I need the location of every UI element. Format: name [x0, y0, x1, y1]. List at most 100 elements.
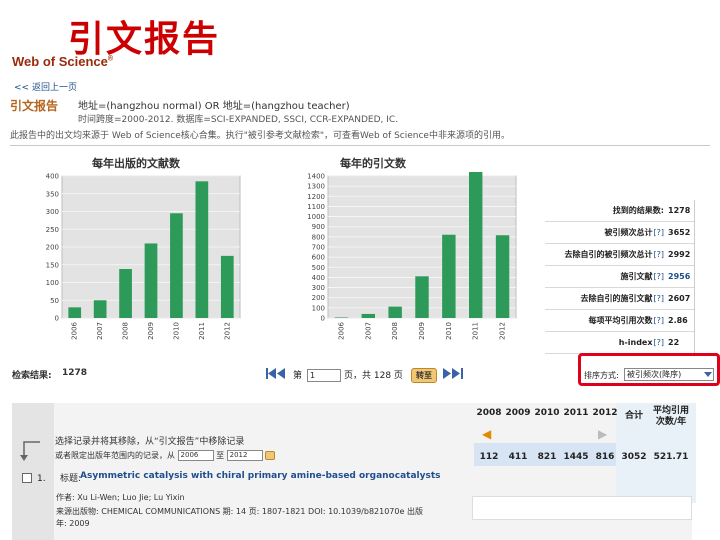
stat-citing-articles-no-self: 去除自引的施引文献 [?] 2607: [545, 288, 694, 310]
x-tick-label: 2009: [418, 322, 426, 340]
bar: [495, 235, 510, 318]
bar: [119, 269, 132, 318]
bar: [144, 243, 158, 318]
stat-average-citations: 每项平均引用次数 [?] 2.86: [545, 310, 694, 332]
record-year: 年: 2009: [56, 519, 90, 528]
help-link[interactable]: [?]: [654, 250, 665, 259]
y-tick-label: 250: [46, 226, 59, 234]
y-tick-label: 600: [312, 254, 325, 262]
query-text: 地址=(hangzhou normal) OR 地址=(hangzhou tea…: [78, 101, 350, 112]
x-tick-label: 2008: [122, 322, 130, 340]
stat-value: 2992: [668, 250, 691, 259]
stat-times-cited-no-self: 去除自引的被引频次总计 [?] 2992: [545, 244, 694, 266]
y-tick-label: 1000: [307, 213, 325, 221]
sort-selected-value: 被引频次(降序): [627, 370, 682, 379]
x-tick-label: 2009: [147, 322, 155, 340]
help-link[interactable]: [?]: [654, 228, 665, 237]
x-tick-label: 2007: [364, 322, 372, 340]
stat-results-found: 找到的结果数: 1278: [545, 200, 694, 222]
chart-published-per-year: 0 50 100 150 200 250 300 350 400 2006 2007 2008 2009…: [32, 172, 244, 348]
y-tick-label: 100: [312, 304, 325, 312]
arrow-glyph: [20, 441, 40, 461]
page-prefix: 第: [293, 371, 303, 381]
y-tick-label: 300: [46, 208, 59, 216]
y-tick-label: 1100: [307, 203, 325, 211]
chevron-down-icon[interactable]: [704, 370, 712, 381]
total-header: 合计: [624, 411, 643, 421]
record-number: 1.: [37, 474, 46, 484]
bar: [68, 307, 82, 318]
web-of-science-logo[interactable]: Web of Science®: [12, 54, 113, 69]
year-header: 2012: [592, 408, 618, 418]
blank-panel: [472, 496, 692, 520]
next-page-glyph: [443, 368, 463, 379]
report-note: 此报告中的出文均来源于 Web of Science核心合集。执行"被引参考文献…: [10, 131, 510, 141]
stat-label: 施引文献: [620, 272, 653, 281]
average-header: 平均引用次数/年: [652, 406, 689, 427]
first-page-icon[interactable]: [266, 368, 286, 382]
to-year-select[interactable]: 2012: [226, 450, 263, 461]
total-value: 3052: [621, 452, 647, 462]
year-value: 1445: [563, 452, 589, 462]
stat-label: 被引频次总计: [604, 228, 653, 237]
y-tick-label: 800: [312, 233, 325, 241]
back-link[interactable]: << 返回上一页: [14, 80, 77, 93]
stat-times-cited: 被引频次总计 [?] 3652: [545, 222, 694, 244]
stat-value: 1278: [668, 206, 691, 215]
next-page-icon[interactable]: [443, 368, 465, 382]
title-label: 标题:: [60, 474, 82, 484]
record-source: 来源出版物: CHEMICAL COMMUNICATIONS 期: 14 页: …: [56, 507, 423, 516]
year-value: 816: [595, 452, 615, 462]
range-go-button[interactable]: [265, 451, 276, 460]
x-tick-label: 2011: [472, 322, 480, 340]
bar: [388, 306, 402, 318]
stat-value: 3652: [668, 228, 691, 237]
citing-articles-link[interactable]: 2956: [668, 272, 690, 281]
selection-column: [12, 403, 54, 540]
year-value: 411: [508, 452, 528, 462]
x-tick-label: 2010: [445, 322, 453, 340]
results-label: 检索结果:: [12, 371, 52, 381]
chart-citations-per-year: 0 100 200 300 400 500 600 700 800 900 1000 1100 1200…: [298, 171, 520, 348]
remove-instruction: 选择记录并将其移除，从“引文报告”中移除记录: [55, 437, 245, 447]
stat-value: 22: [668, 338, 680, 347]
average-value: 521.71: [653, 452, 689, 462]
report-title: 引文报告: [10, 99, 59, 113]
remove-arrow-icon: [20, 440, 50, 465]
chart-2-title: 每年的引文数: [340, 157, 406, 170]
y-tick-label: 400: [46, 173, 59, 181]
help-link[interactable]: [?]: [654, 294, 665, 303]
go-button[interactable]: 转至: [411, 368, 437, 383]
help-link[interactable]: [?]: [654, 316, 665, 325]
record-title-link[interactable]: Asymmetric catalysis with chiral primary…: [80, 471, 440, 481]
y-tick-label: 0: [55, 315, 59, 323]
logo-text: Web of Science: [12, 54, 108, 69]
record-checkbox[interactable]: [22, 473, 32, 483]
x-tick-label: 2006: [337, 321, 345, 339]
x-tick-label: 2012: [499, 322, 507, 340]
year-range-control: 或者限定出版年范围内的记录，从 2006 至 2012: [55, 450, 276, 461]
sort-select[interactable]: 被引频次(降序): [624, 368, 714, 381]
bar: [334, 317, 349, 318]
from-year-select[interactable]: 2006: [177, 450, 214, 461]
y-tick-label: 100: [46, 279, 59, 287]
stat-label: 去除自引的施引文献: [580, 294, 653, 303]
chart-2-svg: 0 100 200 300 400 500 600 700 800 900 1000 1100 1200…: [307, 171, 517, 340]
bar: [195, 181, 209, 318]
year-header: 2008: [476, 408, 502, 418]
prev-years-icon[interactable]: ◀: [482, 427, 491, 441]
y-tick-label: 900: [312, 223, 325, 231]
year-value: 821: [537, 452, 557, 462]
x-tick-label: 2008: [391, 322, 399, 340]
stat-label: 去除自引的被引频次总计: [564, 250, 653, 259]
to-label: 至: [216, 451, 225, 460]
page-number-input[interactable]: 1: [307, 369, 341, 382]
year-header: 2009: [505, 408, 531, 418]
year-header: 2010: [534, 408, 560, 418]
help-link[interactable]: [?]: [654, 272, 665, 281]
help-link[interactable]: [?]: [654, 338, 665, 347]
y-tick-label: 1200: [307, 193, 325, 201]
y-tick-label: 1300: [307, 183, 325, 191]
bar: [469, 171, 483, 318]
stat-label: 找到的结果数:: [612, 206, 664, 215]
